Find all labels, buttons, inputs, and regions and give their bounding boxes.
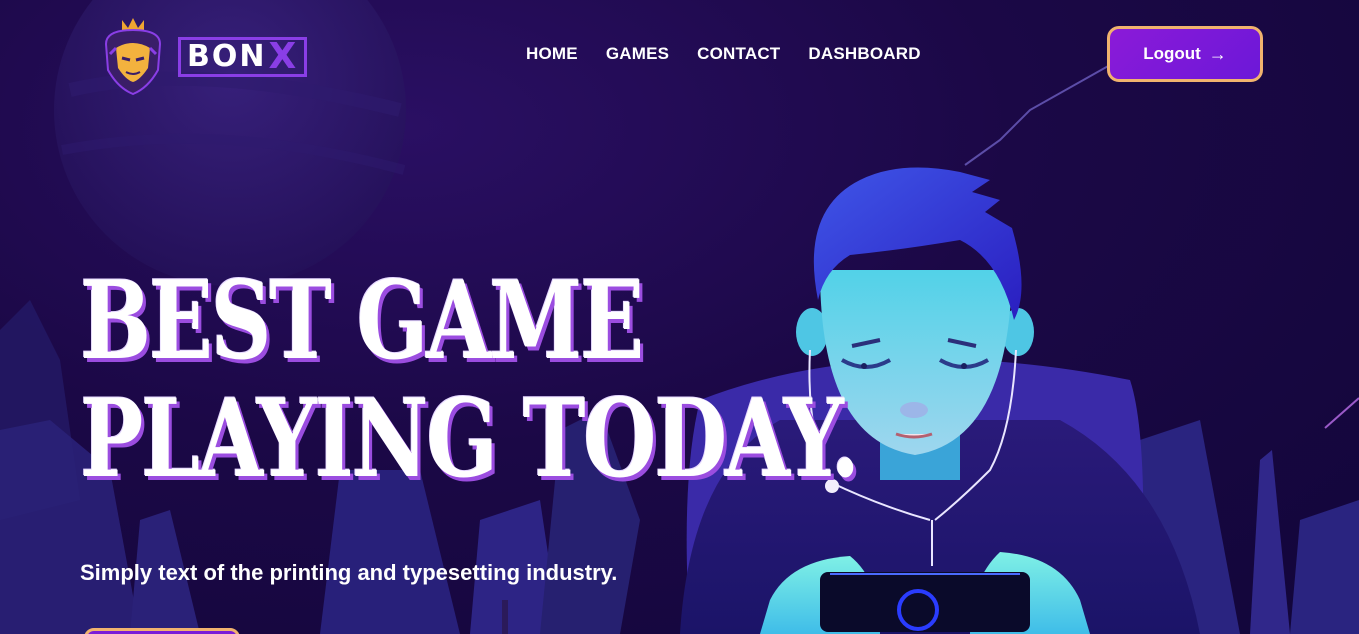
lion-crest-icon [104, 18, 162, 96]
hero-cta-button[interactable] [84, 628, 240, 634]
page: BON X HOME GAMES CONTACT DASHBOARD Logout… [0, 0, 1359, 634]
logout-label: Logout [1143, 44, 1201, 63]
arrow-right-icon: → [1208, 43, 1227, 64]
brand-name-accent: X [268, 36, 299, 77]
hero-subtitle: Simply text of the printing and typesett… [80, 560, 618, 585]
brand-logo[interactable]: BON X [98, 14, 308, 96]
nav-home-link[interactable]: HOME [526, 44, 578, 64]
nav-contact-link[interactable]: CONTACT [697, 44, 780, 64]
brand-wordmark: BON X [178, 36, 308, 77]
hero-title-line-1: BEST GAME [80, 258, 644, 384]
hero-title: BEST GAME PLAYING TODAY. [80, 258, 860, 502]
logout-button[interactable]: Logout → [1107, 26, 1263, 82]
nav-games-link[interactable]: GAMES [606, 44, 669, 64]
site-header: BON X HOME GAMES CONTACT DASHBOARD Logout… [0, 0, 1359, 110]
nav-dashboard-link[interactable]: DASHBOARD [808, 44, 920, 64]
main-nav: HOME GAMES CONTACT DASHBOARD [526, 44, 921, 64]
brand-name: BON [187, 39, 267, 74]
hero-title-line-2: PLAYING TODAY. [80, 376, 860, 502]
